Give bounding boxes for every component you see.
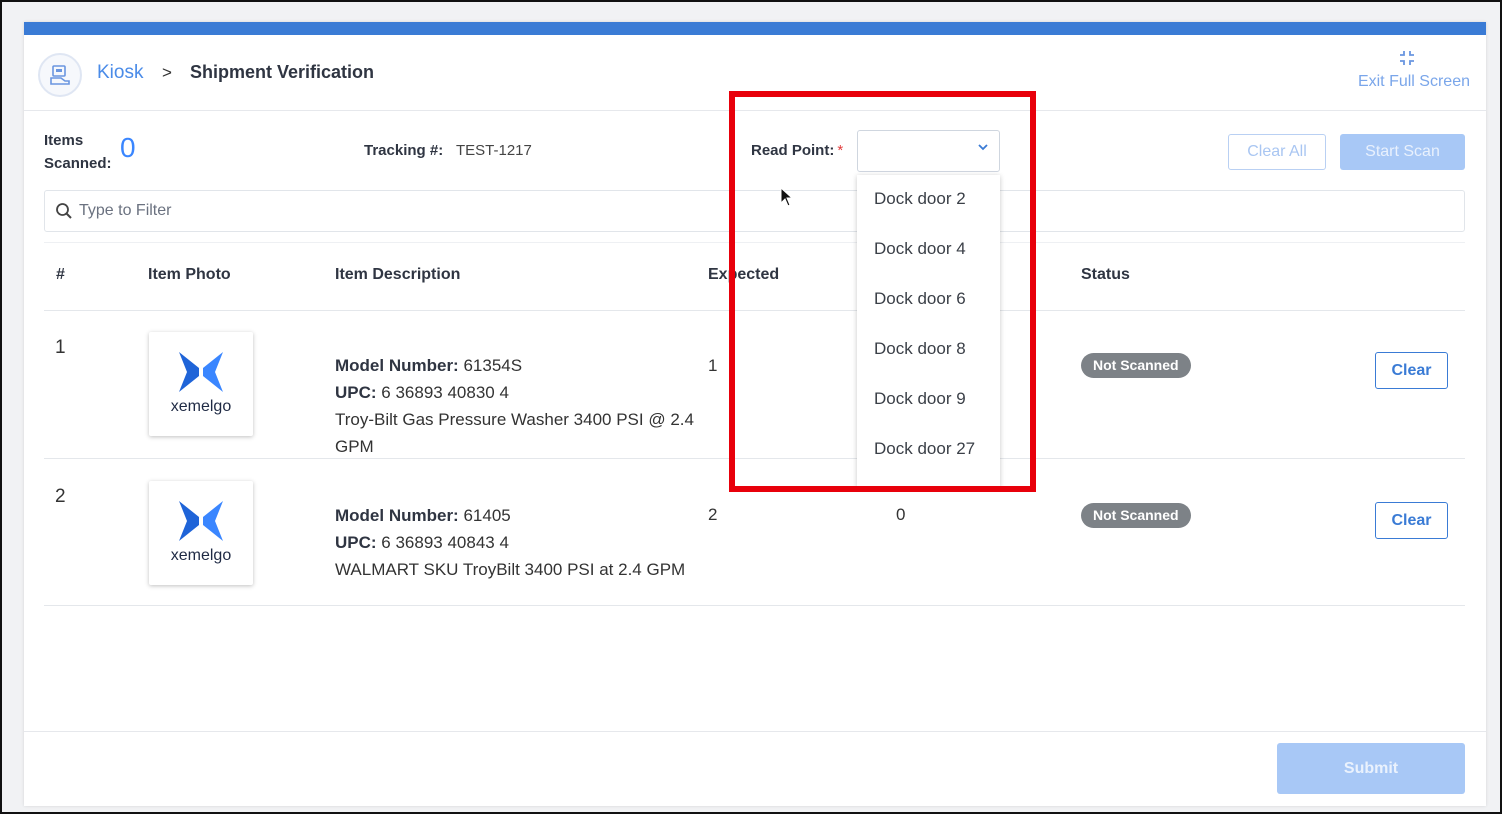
xemelgo-logo-icon [179, 352, 223, 392]
upc-label: UPC: [335, 533, 377, 552]
expected-count: 1 [708, 356, 718, 375]
column-header-item-description: Item Description [335, 266, 461, 283]
item-description: Model Number: 61405 UPC: 6 36893 40843 4… [335, 502, 715, 583]
status-badge: Not Scanned [1081, 503, 1191, 528]
item-photo: xemelgo [149, 332, 253, 436]
model-number-label: Model Number: [335, 356, 459, 375]
item-name: Troy-Bilt Gas Pressure Washer 3400 PSI @… [335, 410, 694, 456]
footer-divider [24, 731, 1486, 732]
kiosk-icon [38, 53, 82, 97]
item-description: Model Number: 61354S UPC: 6 36893 40830 … [335, 352, 715, 460]
upc-value: 6 36893 40830 4 [381, 383, 509, 402]
xemelgo-wordmark: xemelgo [170, 547, 232, 564]
search-icon [56, 203, 72, 219]
item-name: WALMART SKU TroyBilt 3400 PSI at 2.4 GPM [335, 560, 686, 579]
red-highlight-annotation [729, 91, 1036, 492]
exit-fullscreen-label: Exit Full Screen [1357, 73, 1470, 90]
submit-button[interactable]: Submit [1277, 743, 1465, 794]
row-number: 2 [55, 486, 66, 507]
xemelgo-wordmark: xemelgo [170, 398, 232, 415]
items-scanned-label-line1: Items [44, 132, 84, 149]
row-number: 1 [55, 337, 66, 358]
breadcrumb-kiosk-link[interactable]: Kiosk [97, 62, 143, 84]
model-number-label: Model Number: [335, 506, 459, 525]
clear-row-button[interactable]: Clear [1375, 502, 1448, 539]
top-accent-bar [24, 22, 1486, 35]
model-number-value: 61405 [463, 506, 511, 525]
column-header-number: # [56, 266, 65, 283]
column-header-item-photo: Item Photo [148, 266, 231, 283]
items-scanned-count: 0 [120, 132, 136, 163]
items-scanned-label: Items Scanned: [44, 129, 112, 175]
exit-fullscreen-button[interactable]: Exit Full Screen [1340, 50, 1470, 91]
tracking-label: Tracking #: [364, 142, 444, 159]
xemelgo-logo-icon [179, 501, 223, 541]
scanned-count: 0 [896, 505, 906, 524]
filter-input[interactable] [79, 197, 679, 225]
upc-value: 6 36893 40843 4 [381, 533, 509, 552]
model-number-value: 61354S [463, 356, 523, 375]
collapse-icon [1340, 50, 1470, 71]
item-photo: xemelgo [149, 481, 253, 585]
clear-all-button[interactable]: Clear All [1228, 134, 1326, 170]
expected-count: 2 [708, 505, 718, 524]
status-badge: Not Scanned [1081, 353, 1191, 378]
clear-row-button[interactable]: Clear [1375, 352, 1448, 389]
items-scanned-label-line2: Scanned: [44, 155, 112, 172]
column-header-status: Status [1081, 266, 1130, 283]
breadcrumb-chevron-icon: > [162, 63, 172, 82]
upc-label: UPC: [335, 383, 377, 402]
row-divider [44, 605, 1465, 606]
start-scan-button[interactable]: Start Scan [1340, 134, 1465, 170]
tracking-value: TEST-1217 [456, 142, 532, 159]
page-title: Shipment Verification [190, 62, 375, 82]
mouse-cursor-icon [780, 187, 794, 207]
